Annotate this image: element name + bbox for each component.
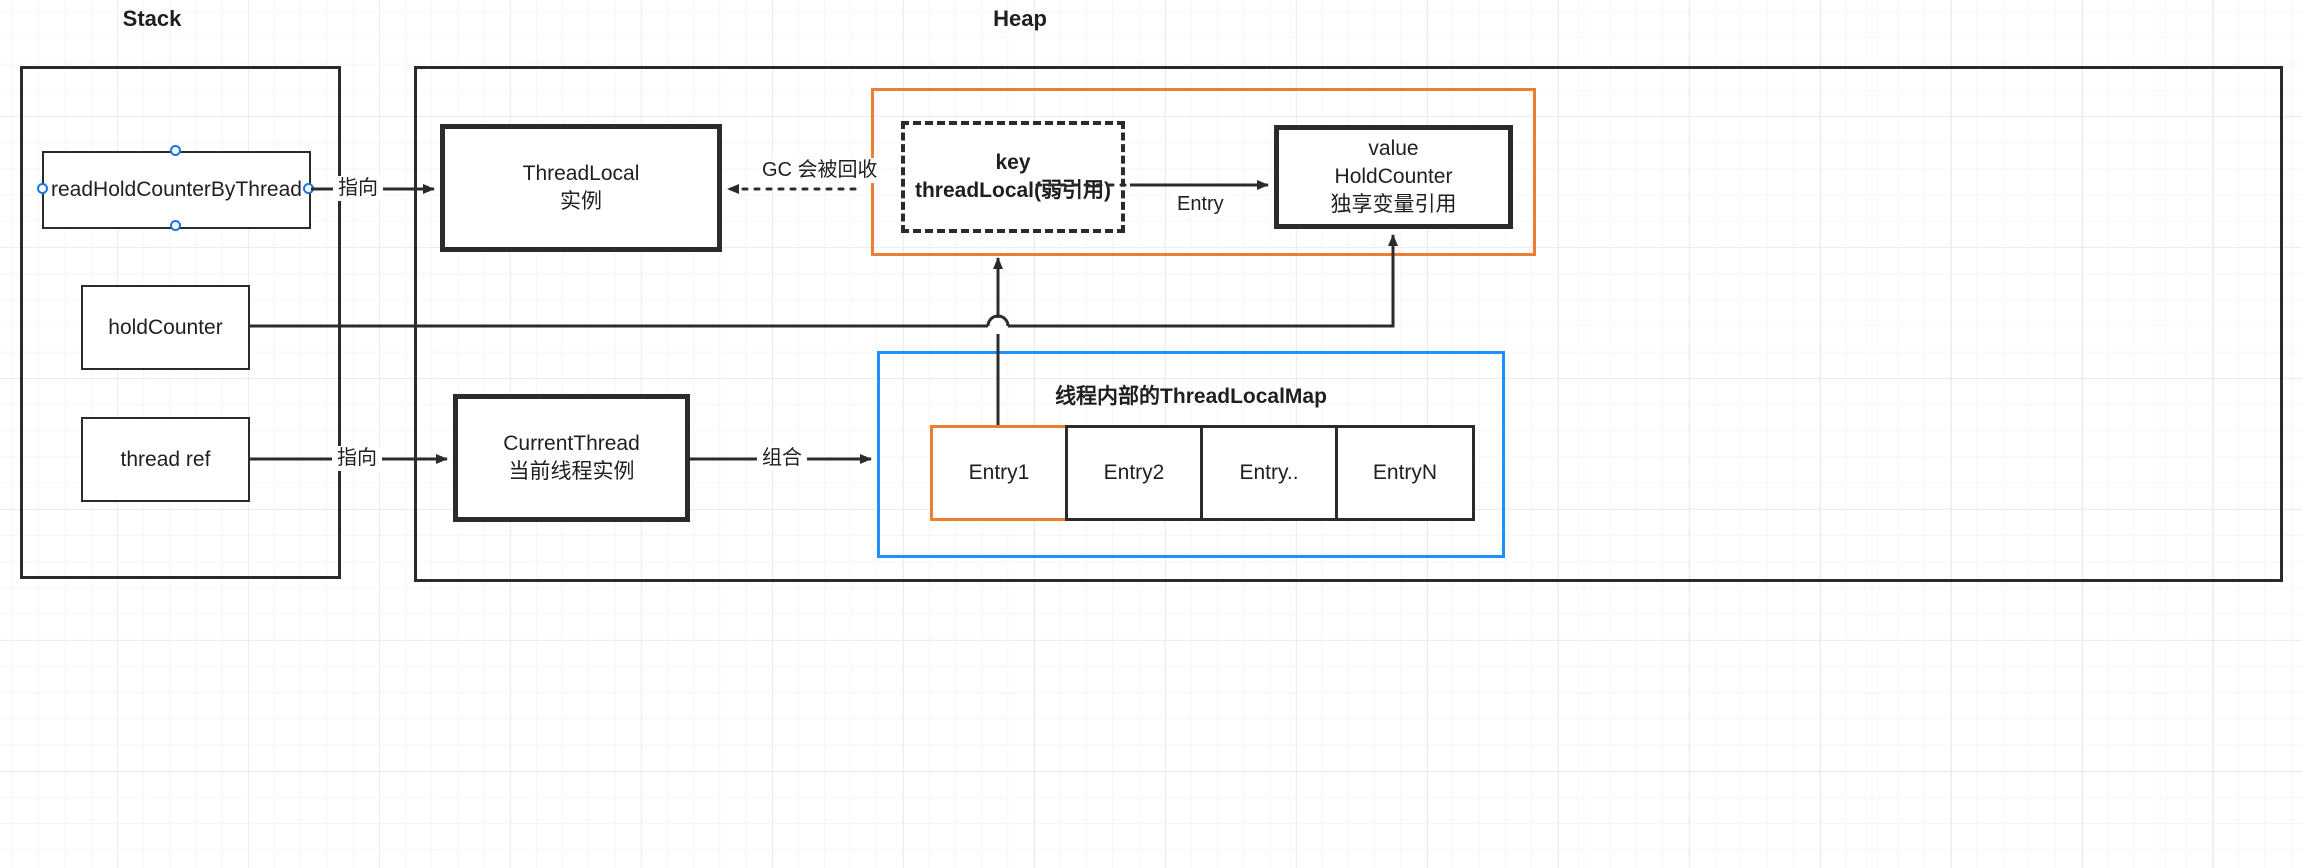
threadlocalmap-label: 线程内部的ThreadLocalMap bbox=[1055, 385, 1327, 408]
handle-bottom-read-hold-counter[interactable] bbox=[170, 220, 181, 231]
node-threadlocal-instance[interactable]: ThreadLocal 实例 bbox=[440, 124, 722, 252]
node-hold-counter[interactable]: holdCounter bbox=[81, 285, 250, 370]
edge-label-point-to-threadlocal: 指向 bbox=[333, 176, 383, 201]
diagram-canvas: Stack Heap readHoldCounterByThread holdC… bbox=[0, 0, 2302, 868]
edge-label-composition: 组合 bbox=[757, 446, 807, 471]
node-current-thread[interactable]: CurrentThread 当前线程实例 bbox=[453, 394, 690, 522]
entry-cell-1[interactable]: Entry1 bbox=[930, 425, 1068, 521]
edge-label-entry: Entry bbox=[1172, 192, 1229, 217]
node-entry-value[interactable]: value HoldCounter 独享变量引用 bbox=[1274, 125, 1513, 229]
handle-top-read-hold-counter[interactable] bbox=[170, 145, 181, 156]
handle-right-read-hold-counter[interactable] bbox=[303, 183, 314, 194]
node-thread-ref[interactable]: thread ref bbox=[81, 417, 250, 502]
entry-cell-2[interactable]: Entry2 bbox=[1065, 425, 1203, 521]
region-title-stack: Stack bbox=[122, 6, 182, 31]
region-title-heap: Heap bbox=[993, 6, 1047, 31]
handle-left-read-hold-counter[interactable] bbox=[37, 183, 48, 194]
node-read-hold-counter-by-thread[interactable]: readHoldCounterByThread bbox=[42, 151, 311, 229]
edge-label-gc-collect: GC 会被回收 bbox=[757, 158, 883, 183]
edge-label-point-to-currentthread: 指向 bbox=[332, 446, 382, 471]
entry-cell-4[interactable]: EntryN bbox=[1335, 425, 1475, 521]
node-entry-key[interactable]: key threadLocal(弱引用) bbox=[901, 121, 1125, 233]
entry-cell-3[interactable]: Entry.. bbox=[1200, 425, 1338, 521]
